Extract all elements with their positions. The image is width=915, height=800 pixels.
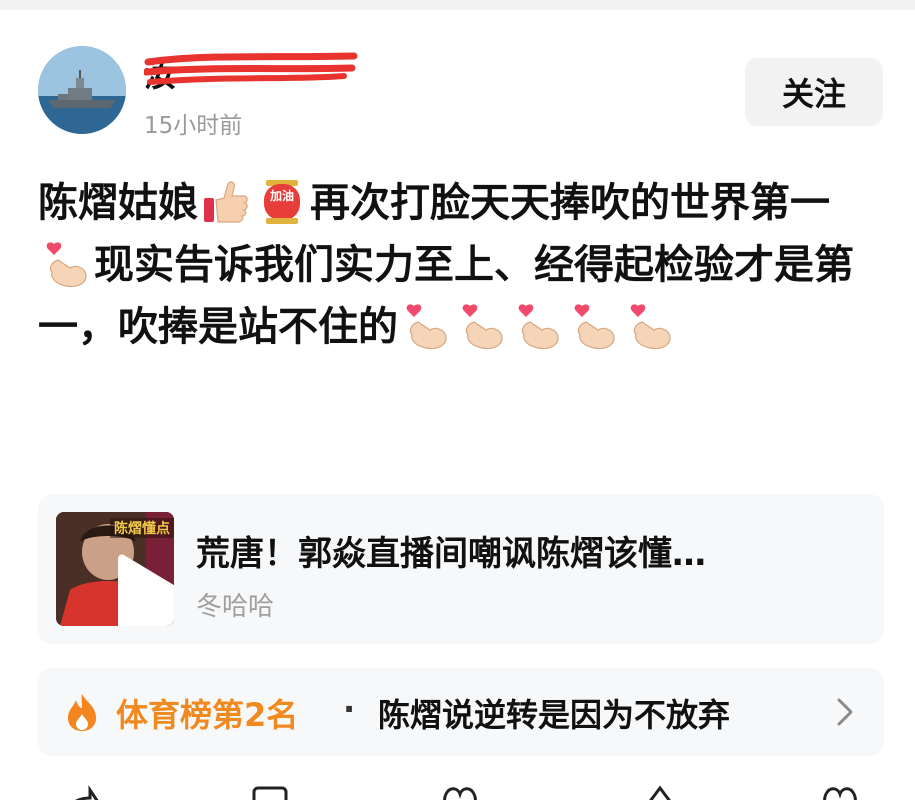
like-icon[interactable] (440, 784, 480, 800)
video-thumbnail[interactable]: 陈熠懂点 (56, 512, 174, 626)
finger-heart-emoji-icon (568, 300, 620, 352)
ranking-topic[interactable]: 陈熠说逆转是因为不放弃 (378, 690, 730, 736)
post-text-part-1: 陈熠姑娘 (38, 180, 198, 226)
play-icon[interactable] (94, 548, 174, 626)
post-content: 陈熠姑娘 加油 再次打脸天天捧吹的世界第一 现实告诉我们实力至上、经得起检验才是第… (38, 172, 878, 358)
thumbs-up-emoji-icon (200, 176, 252, 228)
follow-button[interactable]: 关注 (745, 58, 883, 126)
finger-heart-emoji-icon (40, 238, 92, 290)
boost-icon[interactable] (640, 784, 680, 800)
username-area[interactable]: 汝 (144, 50, 364, 94)
more-icon[interactable] (820, 784, 860, 800)
video-title[interactable]: 荒唐！郭焱直播间嘲讽陈熠该懂… (196, 526, 856, 575)
status-strip (0, 0, 915, 10)
ranking-separator: · (343, 690, 356, 728)
post-timestamp: 15小时前 (144, 113, 243, 139)
comment-icon[interactable] (250, 784, 290, 800)
ranking-label: 体育榜第2名 (116, 696, 299, 734)
finger-heart-emoji-icon (400, 300, 452, 352)
svg-text:加油: 加油 (269, 188, 294, 203)
finger-heart-emoji-icon (624, 300, 676, 352)
flame-icon (68, 694, 96, 731)
warship-avatar-image (38, 46, 126, 134)
hot-ranking-bar[interactable]: 体育榜第2名 · 陈熠说逆转是因为不放弃 (38, 668, 884, 756)
avatar[interactable] (38, 46, 126, 134)
post-text-part-2: 再次打脸天天捧吹的世界第一 (310, 180, 830, 226)
video-author: 冬哈哈 (196, 592, 275, 622)
thumbnail-tag: 陈熠懂点 (110, 518, 174, 538)
chevron-right-icon[interactable] (834, 696, 856, 728)
video-card[interactable]: 陈熠懂点 荒唐！郭焱直播间嘲讽陈熠该懂… 冬哈哈 (38, 494, 884, 644)
share-icon[interactable] (60, 784, 100, 800)
username[interactable]: 汝 (144, 50, 178, 96)
finger-heart-emoji-icon (456, 300, 508, 352)
finger-heart-emoji-icon (512, 300, 564, 352)
jiayou-emoji-icon: 加油 (256, 176, 308, 228)
action-bar (0, 784, 915, 800)
